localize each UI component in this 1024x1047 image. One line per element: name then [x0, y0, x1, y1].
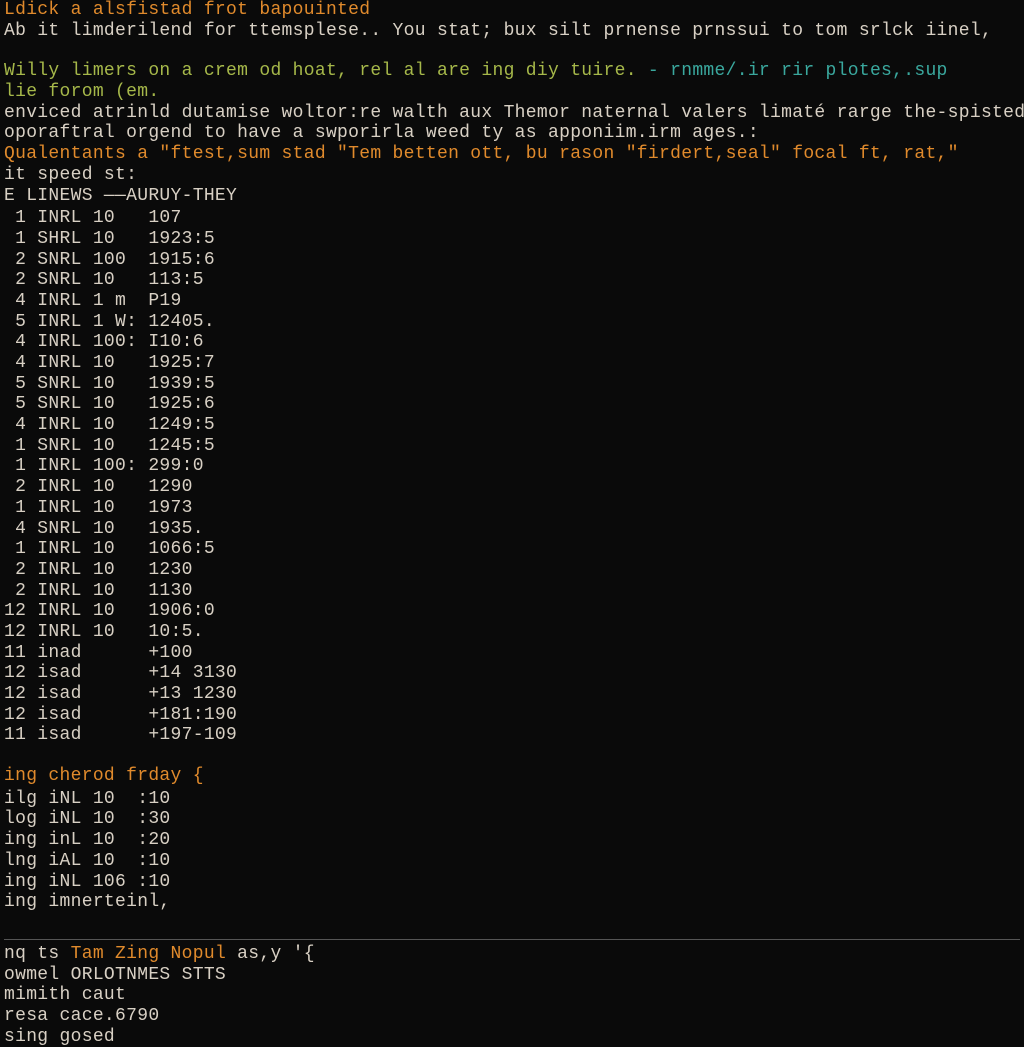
intro-line: Willy limers on a crem od hoat, rel al a… — [4, 61, 1020, 82]
table-row: 2 INRL 10 1290 — [4, 477, 1020, 498]
log-row: log iNL 10 :30 — [4, 809, 1020, 830]
footer-line: mimith caut — [4, 985, 1020, 1006]
intro-line: Ldick a alsfistad frot bapouinted — [4, 0, 1020, 21]
table-row: 12 INRL 10 10:5. — [4, 622, 1020, 643]
section-heading: ing cherod frday { — [4, 766, 1020, 787]
table-row: 12 INRL 10 1906:0 — [4, 601, 1020, 622]
table-row: 4 INRL 10 1249:5 — [4, 415, 1020, 436]
blank-line — [4, 913, 1020, 933]
footer-line: nq ts Tam Zing Nopul as,y '{ — [4, 944, 1020, 965]
log-row: ing iNL 106 :10 — [4, 872, 1020, 893]
table-row: 5 SNRL 10 1925:6 — [4, 394, 1020, 415]
footer-line: owmel ORLOTNMES STTS — [4, 965, 1020, 986]
log-row: lng iAL 10 :10 — [4, 851, 1020, 872]
table-row: 4 INRL 1 m P19 — [4, 291, 1020, 312]
table-row: 2 SNRL 10 113:5 — [4, 270, 1020, 291]
table-row: 1 INRL 10 1973 — [4, 498, 1020, 519]
log-row: ilg iNL 10 :10 — [4, 789, 1020, 810]
table-row: 11 isad +197-109 — [4, 725, 1020, 746]
table-row: 1 INRL 10 107 — [4, 208, 1020, 229]
footer-line: sing gosed — [4, 1027, 1020, 1047]
path-span: - rnmme/.ir rir plotes,.sup — [648, 61, 948, 81]
table-row: 2 INRL 10 1130 — [4, 581, 1020, 602]
blank-line — [4, 41, 1020, 61]
table-row: 4 INRL 10 1925:7 — [4, 353, 1020, 374]
table-row: 1 INRL 100: 299:0 — [4, 456, 1020, 477]
table-row: 4 SNRL 10 1935. — [4, 519, 1020, 540]
log-tail: ing imnerteinl, — [4, 892, 1020, 913]
table-row: 1 SNRL 10 1245:5 — [4, 436, 1020, 457]
table-row: 4 INRL 100: I10:6 — [4, 332, 1020, 353]
highlight-span: Tam Zing Nopul — [71, 944, 226, 964]
text-span: as,y '{ — [226, 944, 315, 964]
log-row: ing inL 10 :20 — [4, 830, 1020, 851]
list-header: E LINEWS ——AURUY-THEY — [4, 186, 1020, 207]
separator-line — [4, 939, 1020, 940]
table-row: 12 isad +13 1230 — [4, 684, 1020, 705]
table-row: 12 isad +181:190 — [4, 705, 1020, 726]
table-row: 1 INRL 10 1066:5 — [4, 539, 1020, 560]
text-span: nq ts — [4, 944, 71, 964]
blank-line — [4, 746, 1020, 766]
log-listing: ilg iNL 10 :10log iNL 10 :30ing inL 10 :… — [4, 789, 1020, 892]
data-listing: 1 INRL 10 107 1 SHRL 10 1923:5 2 SNRL 10… — [4, 208, 1020, 746]
intro-line: oporaftral orgend to have a swporirla we… — [4, 123, 1020, 144]
table-row: 5 INRL 1 W: 12405. — [4, 312, 1020, 333]
intro-line: Ab it limderilend for ttemsplese.. You s… — [4, 21, 1020, 42]
intro-line: enviced atrinld dutamise woltor:re walth… — [4, 103, 1020, 124]
terminal-output: Ldick a alsfistad frot bapouinted Ab it … — [4, 0, 1020, 1047]
table-row: 2 SNRL 100 1915:6 — [4, 250, 1020, 271]
text-span: Willy limers on a crem od hoat, rel al a… — [4, 61, 648, 81]
intro-line: it speed st: — [4, 165, 1020, 186]
intro-line: lie forom (em. — [4, 82, 1020, 103]
intro-line: Qualentants a "ftest,sum stad "Tem bette… — [4, 144, 1020, 165]
table-row: 2 INRL 10 1230 — [4, 560, 1020, 581]
table-row: 12 isad +14 3130 — [4, 663, 1020, 684]
table-row: 5 SNRL 10 1939:5 — [4, 374, 1020, 395]
table-row: 11 inad +100 — [4, 643, 1020, 664]
table-row: 1 SHRL 10 1923:5 — [4, 229, 1020, 250]
